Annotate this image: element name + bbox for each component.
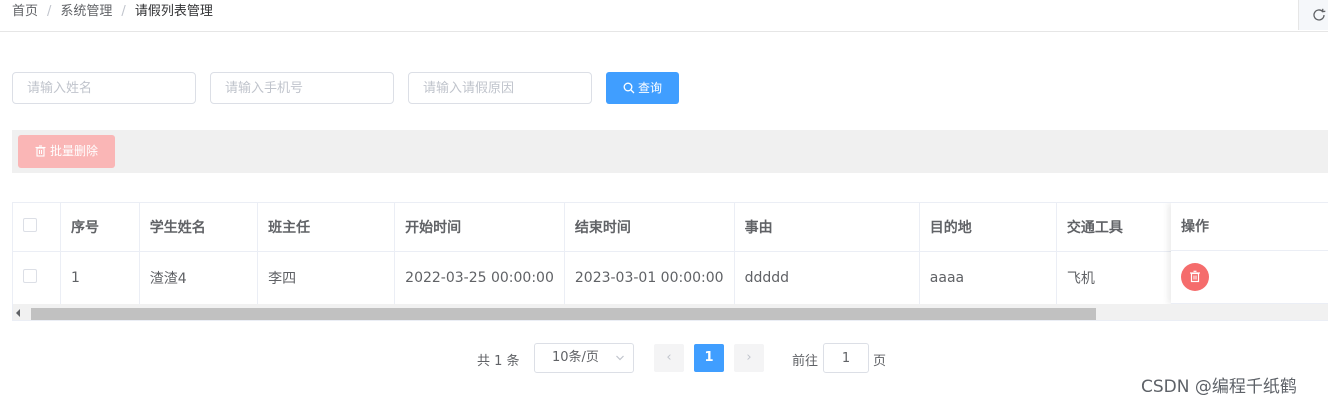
batch-delete-button[interactable]: 批量删除 xyxy=(18,135,115,168)
row-checkbox[interactable] xyxy=(23,268,37,283)
breadcrumb-home[interactable]: 首页 xyxy=(12,4,38,19)
column-header-end-time[interactable]: 结束时间 xyxy=(564,203,735,252)
trash-icon xyxy=(35,145,46,157)
column-header-index[interactable]: 序号 xyxy=(60,203,140,252)
breadcrumb-system-management[interactable]: 系统管理 xyxy=(60,4,112,19)
column-header-destination[interactable]: 目的地 xyxy=(919,203,1057,252)
goto-suffix: 页 xyxy=(873,354,887,369)
pagination-total: 共 1 条 xyxy=(477,354,520,369)
query-button-label: 查询 xyxy=(637,81,662,95)
next-page-button[interactable]: › xyxy=(734,344,764,372)
table-row[interactable]: 1 渣渣4 李四 2022-03-25 00:00:00 2023-03-01 … xyxy=(13,251,1328,305)
row-delete-button[interactable] xyxy=(1181,263,1209,291)
prev-page-button[interactable]: ‹ xyxy=(654,344,684,372)
refresh-icon xyxy=(1313,8,1326,21)
phone-search-input[interactable] xyxy=(210,72,394,104)
column-header-start-time[interactable]: 开始时间 xyxy=(394,203,565,252)
page-size-value: 10条/页 xyxy=(552,350,599,365)
page: 首页 / 系统管理 / 请假列表管理 查询 xyxy=(0,0,1328,402)
cell-index: 1 xyxy=(60,251,140,305)
breadcrumb-separator: / xyxy=(121,4,126,19)
fixed-actions-column: 操作 xyxy=(1171,203,1328,304)
column-header-student-name[interactable]: 学生姓名 xyxy=(139,203,259,252)
leave-table-grid: 序号 学生姓名 班主任 开始时间 结束时间 事由 目的地 交通工具 1 渣渣4 … xyxy=(13,203,1328,305)
chevron-down-icon xyxy=(616,355,624,361)
page-size-select[interactable]: 10条/页 xyxy=(534,343,634,373)
cell-head-teacher: 李四 xyxy=(257,251,396,305)
top-bar: 首页 / 系统管理 / 请假列表管理 xyxy=(0,0,1328,32)
refresh-button[interactable] xyxy=(1298,0,1328,30)
trash-icon xyxy=(1190,270,1200,283)
cell-reason: ddddd xyxy=(734,251,920,305)
goto-page-input[interactable] xyxy=(823,343,869,373)
cell-transport: 飞机 xyxy=(1056,251,1176,305)
horizontal-scrollbar[interactable] xyxy=(13,304,1328,320)
query-button[interactable]: 查询 xyxy=(606,72,679,104)
reason-search-input[interactable] xyxy=(408,72,592,104)
cell-destination: aaaa xyxy=(919,251,1057,305)
column-header-reason[interactable]: 事由 xyxy=(734,203,920,252)
cell-student-name: 渣渣4 xyxy=(139,251,259,305)
watermark: CSDN @编程千纸鹤 xyxy=(1141,377,1297,397)
cell-actions xyxy=(1171,251,1328,304)
goto-label: 前往 xyxy=(792,354,819,369)
select-all-header xyxy=(13,203,61,252)
page-number-1[interactable]: 1 xyxy=(694,344,724,372)
column-header-actions: 操作 xyxy=(1171,203,1328,251)
breadcrumb-leave-list: 请假列表管理 xyxy=(134,4,213,19)
name-search-input[interactable] xyxy=(12,72,196,104)
cell-end-time: 2023-03-01 00:00:00 xyxy=(564,251,735,305)
row-select-cell xyxy=(13,251,61,305)
scroll-left-arrow-icon[interactable] xyxy=(16,309,20,317)
table-header-row: 序号 学生姓名 班主任 开始时间 结束时间 事由 目的地 交通工具 xyxy=(13,203,1328,252)
search-icon xyxy=(623,82,635,94)
column-header-transport[interactable]: 交通工具 xyxy=(1056,203,1176,252)
batch-delete-label: 批量删除 xyxy=(49,144,98,158)
breadcrumb: 首页 / 系统管理 / 请假列表管理 xyxy=(12,4,213,20)
scrollbar-thumb[interactable] xyxy=(31,308,1096,320)
cell-start-time: 2022-03-25 00:00:00 xyxy=(394,251,565,305)
select-all-checkbox[interactable] xyxy=(23,217,37,232)
table-toolbar: 批量删除 xyxy=(12,130,1328,173)
column-header-head-teacher[interactable]: 班主任 xyxy=(257,203,396,252)
breadcrumb-separator: / xyxy=(47,4,52,19)
leave-table: 序号 学生姓名 班主任 开始时间 结束时间 事由 目的地 交通工具 1 渣渣4 … xyxy=(12,202,1328,321)
